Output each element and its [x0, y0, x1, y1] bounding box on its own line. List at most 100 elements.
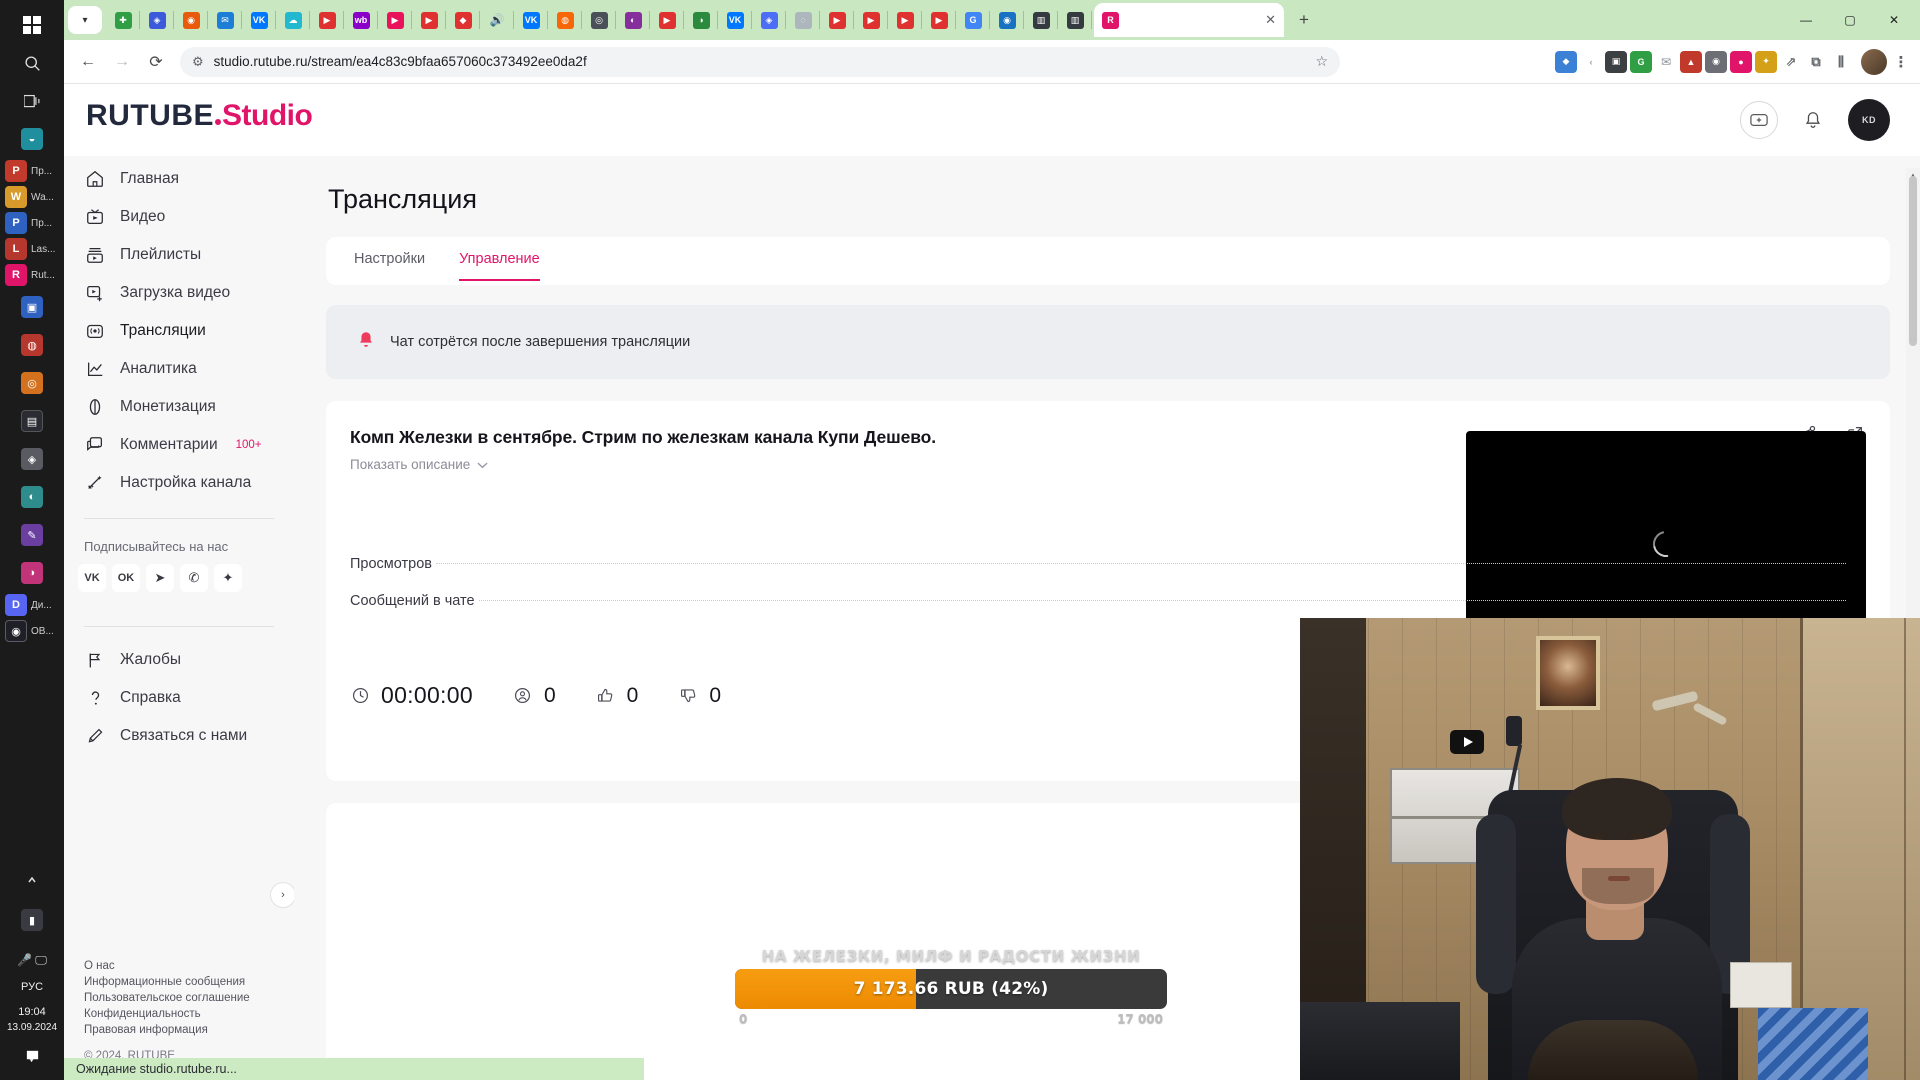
ext-blue-icon[interactable]: ◆	[1555, 50, 1577, 73]
pinned-tab-26[interactable]: G	[956, 4, 990, 36]
taskbar-app-0[interactable]: ▣	[0, 288, 64, 326]
address-bar[interactable]: ⚙ studio.rutube.ru/stream/ea4c83c9bfaa65…	[180, 46, 1340, 77]
pinned-tab-2[interactable]: ◈	[140, 4, 174, 36]
pinned-tab-17[interactable]: ▶	[650, 4, 684, 36]
ext-share-icon[interactable]: ⇗	[1780, 51, 1802, 73]
taskbar-app-1[interactable]: ◍	[0, 326, 64, 364]
new-tab-button[interactable]: +	[1290, 6, 1318, 34]
profile-avatar[interactable]	[1861, 48, 1887, 75]
sidebar-item-monetization[interactable]: Монетизация	[64, 388, 294, 426]
pinned-tab-6[interactable]: ☁	[276, 4, 310, 36]
sidebar-item-upload[interactable]: Загрузка видео	[64, 274, 294, 312]
vk-icon[interactable]: VK	[78, 564, 106, 592]
tab-search-chevron-icon[interactable]: ▾	[68, 6, 102, 34]
sidebar-item-comments[interactable]: Комментарии 100+	[64, 426, 294, 464]
pinned-tab-23[interactable]: ▶	[854, 4, 888, 36]
browser-tabstrip[interactable]: ▾ ✚ ◈ ◉ ✉ VK ☁ ▶ wb ▶ ▶ ◆ 🔊 VK ◍ ◎ ◐ ▶ ◑…	[64, 0, 1920, 40]
pinned-tab-7[interactable]: ▶	[310, 4, 344, 36]
viber-icon[interactable]: ✆	[180, 564, 208, 592]
ext-mail-icon[interactable]: ✉	[1655, 51, 1677, 73]
taskbar-pinned-2[interactable]: P Пр...	[0, 210, 64, 236]
pinned-tab-25[interactable]: ▶	[922, 4, 956, 36]
telegram-icon[interactable]: ➤	[146, 564, 174, 592]
legal-link-terms[interactable]: Пользовательское соглашение	[84, 990, 274, 1006]
ext-bee-icon[interactable]: ✦	[1755, 50, 1777, 73]
pinned-tab-22[interactable]: ▶	[820, 4, 854, 36]
sidebar-item-analytics[interactable]: Аналитика	[64, 350, 294, 388]
taskbar-tray[interactable]: ▮ 🎤 🖵 РУС 19:04 13.09.2024	[0, 861, 64, 1080]
site-settings-icon[interactable]: ⚙	[192, 54, 204, 70]
pinned-tab-4[interactable]: ✉	[208, 4, 242, 36]
pinned-tab-10[interactable]: ▶	[412, 4, 446, 36]
ext-green-icon[interactable]: G	[1630, 50, 1652, 73]
stream-tabs[interactable]: Настройки Управление	[326, 237, 1890, 285]
pinned-tab-15[interactable]: ◎	[582, 4, 616, 36]
pinned-tab-8[interactable]: wb	[344, 4, 378, 36]
taskbar-app-5[interactable]: ◐	[0, 478, 64, 516]
extensions-bar[interactable]: ◆ ‹ ▣ G ✉ ▲ ◉ ● ✦ ⇗ ⧉ ⫼ ⋮	[1555, 48, 1912, 75]
rutube-studio-logo[interactable]: RUTUBE Studio	[86, 99, 313, 141]
pinned-tab-16[interactable]: ◐	[616, 4, 650, 36]
header-actions[interactable]: KD	[1740, 99, 1890, 141]
ext-red-icon[interactable]: ▲	[1680, 50, 1702, 73]
active-browser-tab[interactable]: R ✕	[1094, 3, 1284, 37]
avatar[interactable]: KD	[1848, 99, 1890, 141]
pinned-tab-5[interactable]: VK	[242, 4, 276, 36]
reload-icon[interactable]: ⟳	[140, 46, 172, 78]
tray-date[interactable]: 13.09.2024	[7, 1021, 57, 1034]
start-button[interactable]	[0, 6, 64, 44]
sidebar-item-home[interactable]: Главная	[64, 160, 294, 198]
sidebar-collapse-button[interactable]: ›	[270, 882, 296, 908]
sidebar-item-playlists[interactable]: Плейлисты	[64, 236, 294, 274]
ext-prev-icon[interactable]: ‹	[1580, 51, 1602, 73]
pinned-tab-20[interactable]: ◈	[752, 4, 786, 36]
more-social-icon[interactable]: ✦	[214, 564, 242, 592]
sidebar-item-contact[interactable]: Связаться с нами	[64, 717, 294, 755]
taskbar-pinned-1[interactable]: W Wa...	[0, 184, 64, 210]
taskbar-pinned-4-active[interactable]: R Rut...	[0, 262, 64, 288]
forward-arrow-icon[interactable]: →	[106, 46, 138, 78]
task-view-icon[interactable]	[0, 82, 64, 120]
add-video-icon[interactable]	[1740, 101, 1778, 139]
legal-link-legal[interactable]: Правовая информация	[84, 1022, 274, 1038]
taskbar-app-7[interactable]: ◑	[0, 554, 64, 592]
sidebar-item-help[interactable]: Справка	[64, 679, 294, 717]
ext-camera-icon[interactable]: ◉	[1705, 50, 1727, 73]
ext-puzzle-icon[interactable]: ⧉	[1805, 51, 1827, 73]
taskbar-app-4[interactable]: ◈	[0, 440, 64, 478]
star-icon[interactable]: ☆	[1315, 53, 1328, 70]
kebab-menu-icon[interactable]: ⋮	[1890, 51, 1912, 73]
close-window-button[interactable]: ✕	[1872, 3, 1916, 37]
tab-settings[interactable]: Настройки	[354, 251, 425, 281]
legal-link-about[interactable]: О нас	[84, 958, 274, 974]
social-links[interactable]: VK OK ➤ ✆ ✦	[64, 564, 294, 592]
tray-clock[interactable]: 19:04	[18, 1005, 46, 1019]
pinned-tab-28[interactable]: ▥	[1024, 4, 1058, 36]
taskbar-pinned-3[interactable]: L Las...	[0, 236, 64, 262]
tray-language[interactable]: РУС	[21, 981, 43, 993]
pinned-tab-13[interactable]: VK	[514, 4, 548, 36]
pinned-tab-11[interactable]: ◆	[446, 4, 480, 36]
legal-link-privacy[interactable]: Конфиденциальность	[84, 1006, 274, 1022]
tab-management[interactable]: Управление	[459, 251, 540, 281]
sidebar-item-broadcasts[interactable]: Трансляции	[64, 312, 294, 350]
sidebar-item-channel-settings[interactable]: Настройка канала	[64, 464, 294, 502]
taskbar-app-3[interactable]: ▤	[0, 402, 64, 440]
pinned-tab-18[interactable]: ◑	[684, 4, 718, 36]
ext-pink-icon[interactable]: ●	[1730, 50, 1752, 73]
maximize-button[interactable]: ▢	[1828, 3, 1872, 37]
taskbar-pinned-0[interactable]: P Пр...	[0, 158, 64, 184]
pinned-tab-24[interactable]: ▶	[888, 4, 922, 36]
notification-icon[interactable]	[0, 1036, 64, 1074]
taskbar-app-2[interactable]: ◎	[0, 364, 64, 402]
windows-taskbar[interactable]: ◒ P Пр... W Wa... P Пр... L Las... R Rut…	[0, 0, 64, 1080]
taskbar-bottom-app-0[interactable]: D Ди...	[0, 592, 64, 618]
pinned-tab-12-audio[interactable]: 🔊	[480, 4, 514, 36]
tray-app-chevron[interactable]	[0, 861, 64, 899]
notifications-icon[interactable]	[1794, 101, 1832, 139]
search-icon[interactable]	[0, 44, 64, 82]
scrollbar-thumb[interactable]	[1909, 176, 1917, 346]
window-controls[interactable]: — ▢ ✕	[1784, 3, 1916, 37]
ext-dark-icon[interactable]: ▣	[1605, 50, 1627, 73]
minimize-button[interactable]: —	[1784, 3, 1828, 37]
